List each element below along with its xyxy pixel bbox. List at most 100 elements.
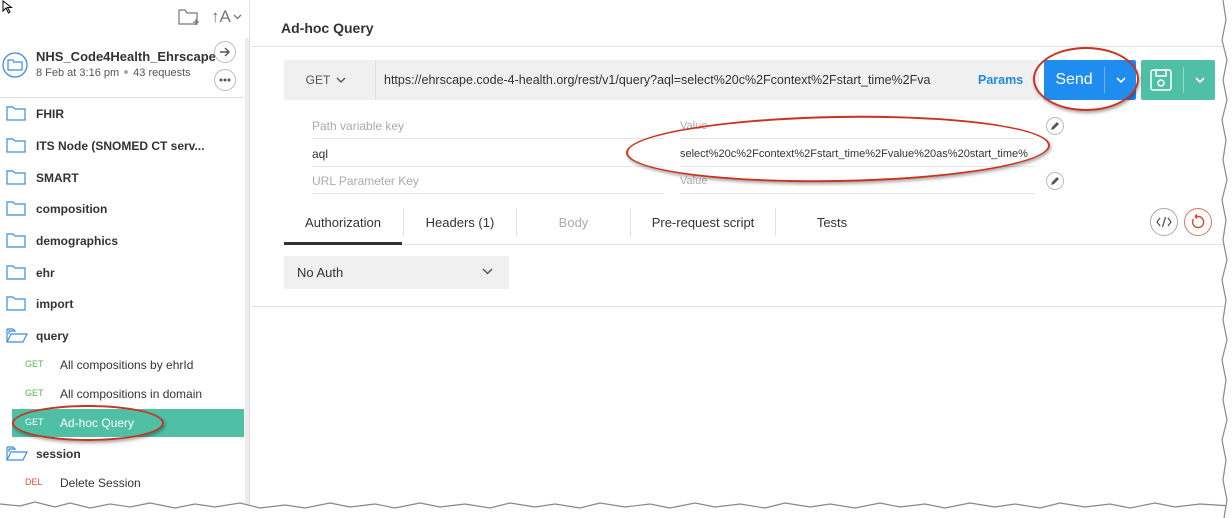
save-options-button[interactable] — [1184, 60, 1215, 100]
folder-label: demographics — [36, 234, 119, 248]
generate-code-button[interactable] — [1150, 208, 1178, 236]
folder-icon — [6, 233, 26, 248]
method-badge: GET — [25, 388, 44, 398]
chevron-down-icon — [1194, 77, 1205, 83]
page-title: Ad-hoc Query — [281, 20, 374, 36]
folder-fhir[interactable]: FHIR — [0, 101, 244, 127]
code-icon — [1156, 216, 1172, 228]
save-button[interactable] — [1141, 60, 1215, 100]
chevron-down-icon — [233, 14, 242, 20]
folder-label: ehr — [36, 266, 55, 280]
method-dropdown[interactable]: GET — [284, 60, 368, 100]
request-all-compositions-in-domain[interactable]: GET All compositions in domain — [12, 380, 244, 408]
collection-date: 8 Feb at 3:16 pm — [36, 67, 120, 79]
folder-session[interactable]: session — [0, 441, 244, 467]
folder-icon — [6, 170, 26, 185]
folder-label: session — [36, 447, 81, 461]
request-label: Delete Session — [60, 476, 141, 490]
folder-icon — [6, 138, 26, 153]
param-key-input[interactable]: aql — [312, 141, 664, 167]
method-badge: GET — [25, 359, 44, 369]
collection-meta: 8 Feb at 3:16 pm 43 requests — [36, 67, 191, 79]
folder-smart[interactable]: SMART — [0, 165, 244, 191]
chevron-down-icon — [1115, 77, 1126, 83]
method-badge: DEL — [25, 477, 43, 487]
request-url-bar: GET https://ehrscape.code-4-health.org/r… — [284, 60, 1039, 100]
folder-label: FHIR — [36, 107, 64, 121]
param-row-url-parameter: URL Parameter Key Value — [284, 168, 1074, 195]
send-button[interactable]: Send — [1044, 60, 1136, 100]
params-button[interactable]: Params — [978, 60, 1023, 100]
folder-open-icon — [6, 328, 28, 343]
bulk-edit-button[interactable] — [1046, 117, 1064, 135]
collection-more-button[interactable] — [214, 69, 236, 91]
sort-button[interactable]: ↑A — [211, 7, 242, 27]
divider — [251, 46, 1232, 47]
sort-icon: ↑A — [211, 7, 231, 26]
method-value: GET — [305, 73, 331, 87]
param-key-input[interactable]: URL Parameter Key — [312, 168, 664, 194]
folder-its-node[interactable]: ITS Node (SNOMED CT serv... — [0, 133, 244, 159]
folder-query[interactable]: query — [0, 323, 244, 349]
send-label: Send — [1055, 71, 1093, 88]
sidebar-scrollbar[interactable] — [245, 38, 249, 508]
mouse-cursor-icon — [2, 0, 13, 14]
tab-body[interactable]: Body — [517, 205, 630, 245]
tab-authorization[interactable]: Authorization — [284, 205, 402, 245]
tab-pre-request-script[interactable]: Pre-request script — [631, 205, 775, 245]
open-collection-button[interactable] — [214, 41, 236, 63]
sidebar-toolbar: ↑A — [0, 0, 250, 36]
request-all-compositions-by-ehrid[interactable]: GET All compositions by ehrId — [12, 351, 244, 379]
auth-type-dropdown[interactable]: No Auth — [284, 256, 509, 289]
request-label: All compositions by ehrId — [60, 358, 194, 372]
save-icon — [1147, 66, 1175, 94]
folder-label: SMART — [36, 171, 79, 185]
more-icon — [219, 78, 231, 82]
pencil-icon — [1051, 177, 1059, 185]
folder-ehr[interactable]: ehr — [0, 260, 244, 286]
pencil-icon — [1051, 122, 1059, 130]
main-panel: Ad-hoc Query GET https://ehrscape.code-4… — [251, 0, 1232, 518]
folder-composition[interactable]: composition — [0, 196, 244, 222]
sidebar: ↑A NHS_Code4Health_Ehrscape 8 Feb at 3:1… — [0, 0, 250, 518]
param-value-input[interactable]: select%20c%2Fcontext%2Fstart_time%2Fvalu… — [680, 141, 1035, 167]
bulk-edit-button[interactable] — [1046, 172, 1064, 190]
url-input[interactable]: https://ehrscape.code-4-health.org/rest/… — [375, 60, 969, 100]
collection-header[interactable]: NHS_Code4Health_Ehrscape 8 Feb at 3:16 p… — [0, 38, 244, 98]
chevron-down-icon — [482, 268, 493, 275]
reset-button[interactable] — [1184, 208, 1212, 236]
request-ad-hoc-query[interactable]: GET Ad-hoc Query — [12, 409, 244, 437]
folder-open-icon — [6, 446, 28, 461]
send-options-button[interactable] — [1105, 60, 1136, 100]
request-label: Ad-hoc Query — [60, 416, 135, 430]
folder-icon — [6, 265, 26, 280]
arrow-right-icon — [220, 47, 230, 57]
param-value-input[interactable]: Value — [680, 113, 1035, 139]
tab-headers[interactable]: Headers (1) — [404, 205, 516, 245]
request-tabs: Authorization Headers (1) Body Pre-reque… — [284, 205, 1229, 245]
collection-name: NHS_Code4Health_Ehrscape — [36, 49, 216, 64]
separator-dot — [124, 70, 129, 75]
new-folder-button[interactable] — [178, 7, 202, 27]
divider — [251, 306, 1232, 307]
request-delete-session[interactable]: DEL Delete Session — [12, 469, 244, 497]
folder-label: query — [36, 329, 69, 343]
param-value-input[interactable]: Value — [680, 168, 1035, 194]
folder-demographics[interactable]: demographics — [0, 228, 244, 254]
auth-type-value: No Auth — [297, 265, 344, 280]
method-badge: GET — [25, 417, 44, 427]
collection-request-count: 43 requests — [133, 67, 191, 79]
undo-icon — [1191, 214, 1205, 229]
new-folder-icon — [178, 9, 199, 25]
folder-label: composition — [36, 202, 108, 216]
request-label: All compositions in domain — [60, 387, 203, 401]
folder-icon — [6, 201, 26, 216]
folder-label: ITS Node (SNOMED CT serv... — [36, 139, 205, 153]
folder-label: import — [36, 297, 74, 311]
param-key-input[interactable]: Path variable key — [312, 113, 664, 139]
folder-import[interactable]: import — [0, 291, 244, 317]
collection-icon — [2, 52, 28, 78]
folder-icon — [6, 296, 26, 311]
tab-tests[interactable]: Tests — [776, 205, 888, 245]
param-row-path-variable: Path variable key Value — [284, 113, 1074, 140]
